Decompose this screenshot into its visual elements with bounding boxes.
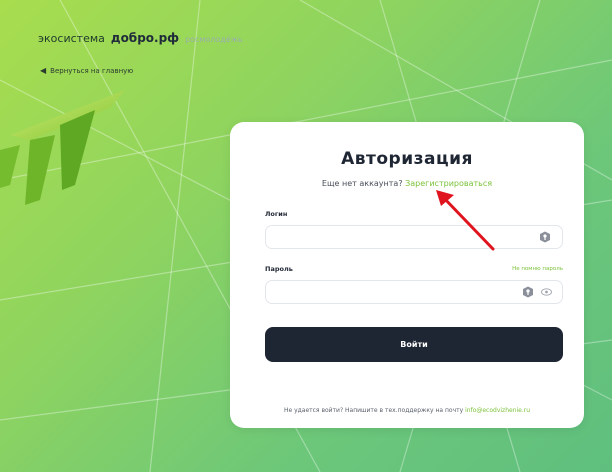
back-link-label: Вернуться на главную xyxy=(50,66,134,75)
support-note: Не удается войти? Напишите в тех.поддерж… xyxy=(230,407,584,414)
annotation-red-arrow xyxy=(436,190,495,251)
logo[interactable]: экосистема добро.рф росмолодёжь xyxy=(38,31,243,45)
logo-rosmolodezh-text: росмолодёжь xyxy=(185,35,243,44)
back-to-home-link[interactable]: ◀ Вернуться на главную xyxy=(40,66,133,75)
logo-dobro-text: добро.рф xyxy=(110,31,180,45)
eye-icon[interactable] xyxy=(541,288,552,296)
support-email-link[interactable]: info@ecodvizhenie.ru xyxy=(465,407,530,414)
login-input[interactable] xyxy=(265,225,563,249)
decorative-chevrons xyxy=(0,90,125,205)
arrow-left-icon: ◀ xyxy=(40,66,47,75)
password-label: Пароль xyxy=(265,265,293,273)
login-card: Авторизация Еще нет аккаунта? Зарегистри… xyxy=(230,122,584,428)
no-account-row: Еще нет аккаунта? Зарегистрироваться xyxy=(230,179,584,188)
password-input[interactable] xyxy=(265,280,563,304)
key-icon[interactable] xyxy=(522,286,534,298)
login-submit-button[interactable]: Войти xyxy=(265,327,563,362)
page-title: Авторизация xyxy=(341,149,473,169)
login-label: Логин xyxy=(265,210,288,218)
key-icon[interactable] xyxy=(539,231,551,243)
support-text: Не удается войти? Напишите в тех.поддерж… xyxy=(283,407,464,414)
forgot-password-link[interactable]: Не помню пароль xyxy=(512,266,563,272)
logo-ecosystem-text: экосистема xyxy=(38,32,105,45)
no-account-text: Еще нет аккаунта? xyxy=(321,179,403,188)
